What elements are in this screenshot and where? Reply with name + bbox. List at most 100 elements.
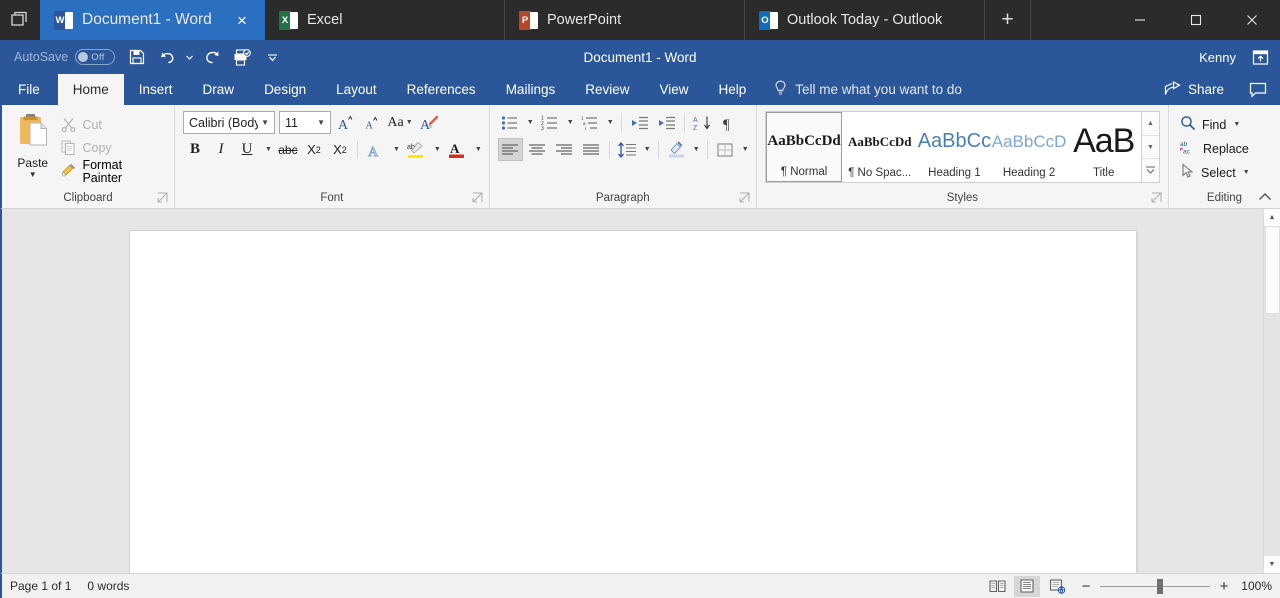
bullets-dropdown-button[interactable]: ▼ xyxy=(525,111,536,134)
select-button[interactable]: Select ▼ xyxy=(1180,161,1250,184)
redo-button[interactable] xyxy=(198,44,226,70)
ribbon-display-options-icon[interactable] xyxy=(1248,49,1272,66)
font-name-combo[interactable]: Calibri (Body) ▼ xyxy=(183,111,275,134)
style-normal[interactable]: AaBbCcDd ¶ Normal xyxy=(766,112,843,182)
word-count[interactable]: 0 words xyxy=(87,579,129,593)
customize-qat-button[interactable] xyxy=(258,44,286,70)
ribbon-tab-references[interactable]: References xyxy=(392,74,491,105)
text-effects-button[interactable]: A xyxy=(363,138,387,161)
undo-button[interactable] xyxy=(153,44,181,70)
superscript-button[interactable]: X2 xyxy=(328,138,352,161)
chevron-down-icon[interactable]: ▼ xyxy=(393,146,400,153)
font-dialog-launcher[interactable] xyxy=(472,192,484,204)
more-styles-icon[interactable] xyxy=(1142,159,1159,182)
undo-dropdown-button[interactable] xyxy=(183,44,196,70)
chevron-down-icon[interactable]: ▼ xyxy=(314,118,328,127)
chevron-down-icon[interactable]: ▼ xyxy=(406,119,413,126)
autosave-toggle[interactable]: AutoSave Off xyxy=(6,49,121,65)
shading-dropdown-button[interactable]: ▼ xyxy=(691,138,702,161)
style-heading-1[interactable]: AaBbCc Heading 1 xyxy=(917,112,992,182)
ribbon-tab-layout[interactable]: Layout xyxy=(321,74,392,105)
paragraph-dialog-launcher[interactable] xyxy=(739,192,751,204)
web-layout-button[interactable] xyxy=(1044,576,1070,597)
ribbon-tab-review[interactable]: Review xyxy=(570,74,644,105)
tell-me-search[interactable]: Tell me what you want to do xyxy=(761,74,974,105)
window-tab-excel[interactable]: X Excel xyxy=(265,0,505,40)
borders-button[interactable] xyxy=(713,138,738,161)
zoom-in-button[interactable]: + xyxy=(1218,579,1230,594)
numbering-dropdown-button[interactable]: ▼ xyxy=(565,111,576,134)
ribbon-tab-design[interactable]: Design xyxy=(249,74,321,105)
align-left-button[interactable] xyxy=(498,138,523,161)
chevron-down-icon[interactable]: ▼ xyxy=(265,146,272,153)
styles-dialog-launcher[interactable] xyxy=(1151,192,1163,204)
highlight-dropdown-button[interactable]: ▼ xyxy=(430,138,443,161)
share-button[interactable]: Share xyxy=(1152,74,1236,105)
ribbon-tab-help[interactable]: Help xyxy=(704,74,762,105)
font-size-combo[interactable]: 11 ▼ xyxy=(279,111,331,134)
align-right-button[interactable] xyxy=(552,138,577,161)
scroll-up-icon[interactable]: ▲ xyxy=(1264,209,1280,226)
scroll-up-icon[interactable]: ▲ xyxy=(1142,112,1159,136)
window-tab-powerpoint[interactable]: P PowerPoint xyxy=(505,0,745,40)
print-preview-icon[interactable] xyxy=(228,44,256,70)
style-title[interactable]: AaB Title xyxy=(1066,112,1141,182)
autosave-switch[interactable]: Off xyxy=(75,49,115,65)
line-spacing-button[interactable] xyxy=(615,138,640,161)
window-tab-outlook[interactable]: O Outlook Today - Outlook xyxy=(745,0,985,40)
italic-button[interactable]: I xyxy=(209,138,233,161)
subscript-button[interactable]: X2 xyxy=(302,138,326,161)
zoom-out-button[interactable]: − xyxy=(1080,579,1092,594)
bold-button[interactable]: B xyxy=(183,138,207,161)
center-button[interactable] xyxy=(525,138,550,161)
line-spacing-dropdown-button[interactable]: ▼ xyxy=(642,138,653,161)
ribbon-tab-file[interactable]: File xyxy=(0,74,58,105)
change-case-button[interactable]: Aa ▼ xyxy=(385,111,415,134)
shrink-font-button[interactable]: A xyxy=(359,111,383,134)
numbering-button[interactable]: 123 xyxy=(538,111,563,134)
multilevel-list-dropdown-button[interactable]: ▼ xyxy=(605,111,616,134)
close-icon[interactable]: × xyxy=(229,7,255,33)
zoom-level[interactable]: 100% xyxy=(1238,579,1272,593)
clear-formatting-button[interactable]: A xyxy=(417,111,441,134)
chevron-down-icon[interactable]: ▼ xyxy=(1243,169,1250,176)
chevron-down-icon[interactable]: ▼ xyxy=(258,118,272,127)
comments-icon[interactable] xyxy=(1236,74,1280,105)
font-color-dropdown-button[interactable]: ▼ xyxy=(471,138,484,161)
windows-stack-icon[interactable] xyxy=(0,0,40,40)
style-no-spacing[interactable]: AaBbCcDd ¶ No Spac... xyxy=(842,112,917,182)
borders-dropdown-button[interactable]: ▼ xyxy=(740,138,751,161)
style-heading-2[interactable]: AaBbCcD Heading 2 xyxy=(992,112,1067,182)
page-info[interactable]: Page 1 of 1 xyxy=(10,579,71,593)
strikethrough-button[interactable]: abc xyxy=(276,138,300,161)
ribbon-tab-mailings[interactable]: Mailings xyxy=(491,74,571,105)
grow-font-button[interactable]: A xyxy=(333,111,357,134)
zoom-slider-thumb[interactable] xyxy=(1157,579,1163,594)
window-tab-word[interactable]: W Document1 - Word × xyxy=(40,0,265,40)
sort-button[interactable]: AZ xyxy=(690,111,715,134)
close-icon[interactable] xyxy=(1224,0,1280,40)
copy-button[interactable]: Copy xyxy=(58,138,169,159)
underline-button[interactable]: U xyxy=(235,138,259,161)
find-button[interactable]: Find ▼ xyxy=(1180,113,1250,136)
ribbon-tab-view[interactable]: View xyxy=(644,74,703,105)
document-page[interactable] xyxy=(130,231,1136,573)
minimize-icon[interactable] xyxy=(1112,0,1168,40)
bullets-button[interactable] xyxy=(498,111,523,134)
ribbon-tab-draw[interactable]: Draw xyxy=(188,74,250,105)
ribbon-tab-insert[interactable]: Insert xyxy=(124,74,188,105)
paste-button[interactable]: Paste ▼ xyxy=(7,111,58,179)
vertical-scrollbar[interactable]: ▲ ▼ xyxy=(1263,209,1280,573)
format-painter-button[interactable]: Format Painter xyxy=(58,161,169,182)
show-formatting-marks-button[interactable]: ¶ xyxy=(717,111,742,134)
scrollbar-track[interactable] xyxy=(1264,226,1280,556)
scroll-down-icon[interactable]: ▼ xyxy=(1264,556,1280,573)
replace-button[interactable]: abac Replace xyxy=(1180,137,1250,160)
zoom-slider[interactable] xyxy=(1100,586,1210,587)
justify-button[interactable] xyxy=(579,138,604,161)
font-color-button[interactable]: A xyxy=(445,138,469,161)
new-tab-button[interactable]: + xyxy=(985,0,1031,40)
chevron-down-icon[interactable]: ▼ xyxy=(475,146,482,153)
cut-button[interactable]: Cut xyxy=(58,115,169,136)
chevron-down-icon[interactable]: ▼ xyxy=(1233,121,1240,128)
